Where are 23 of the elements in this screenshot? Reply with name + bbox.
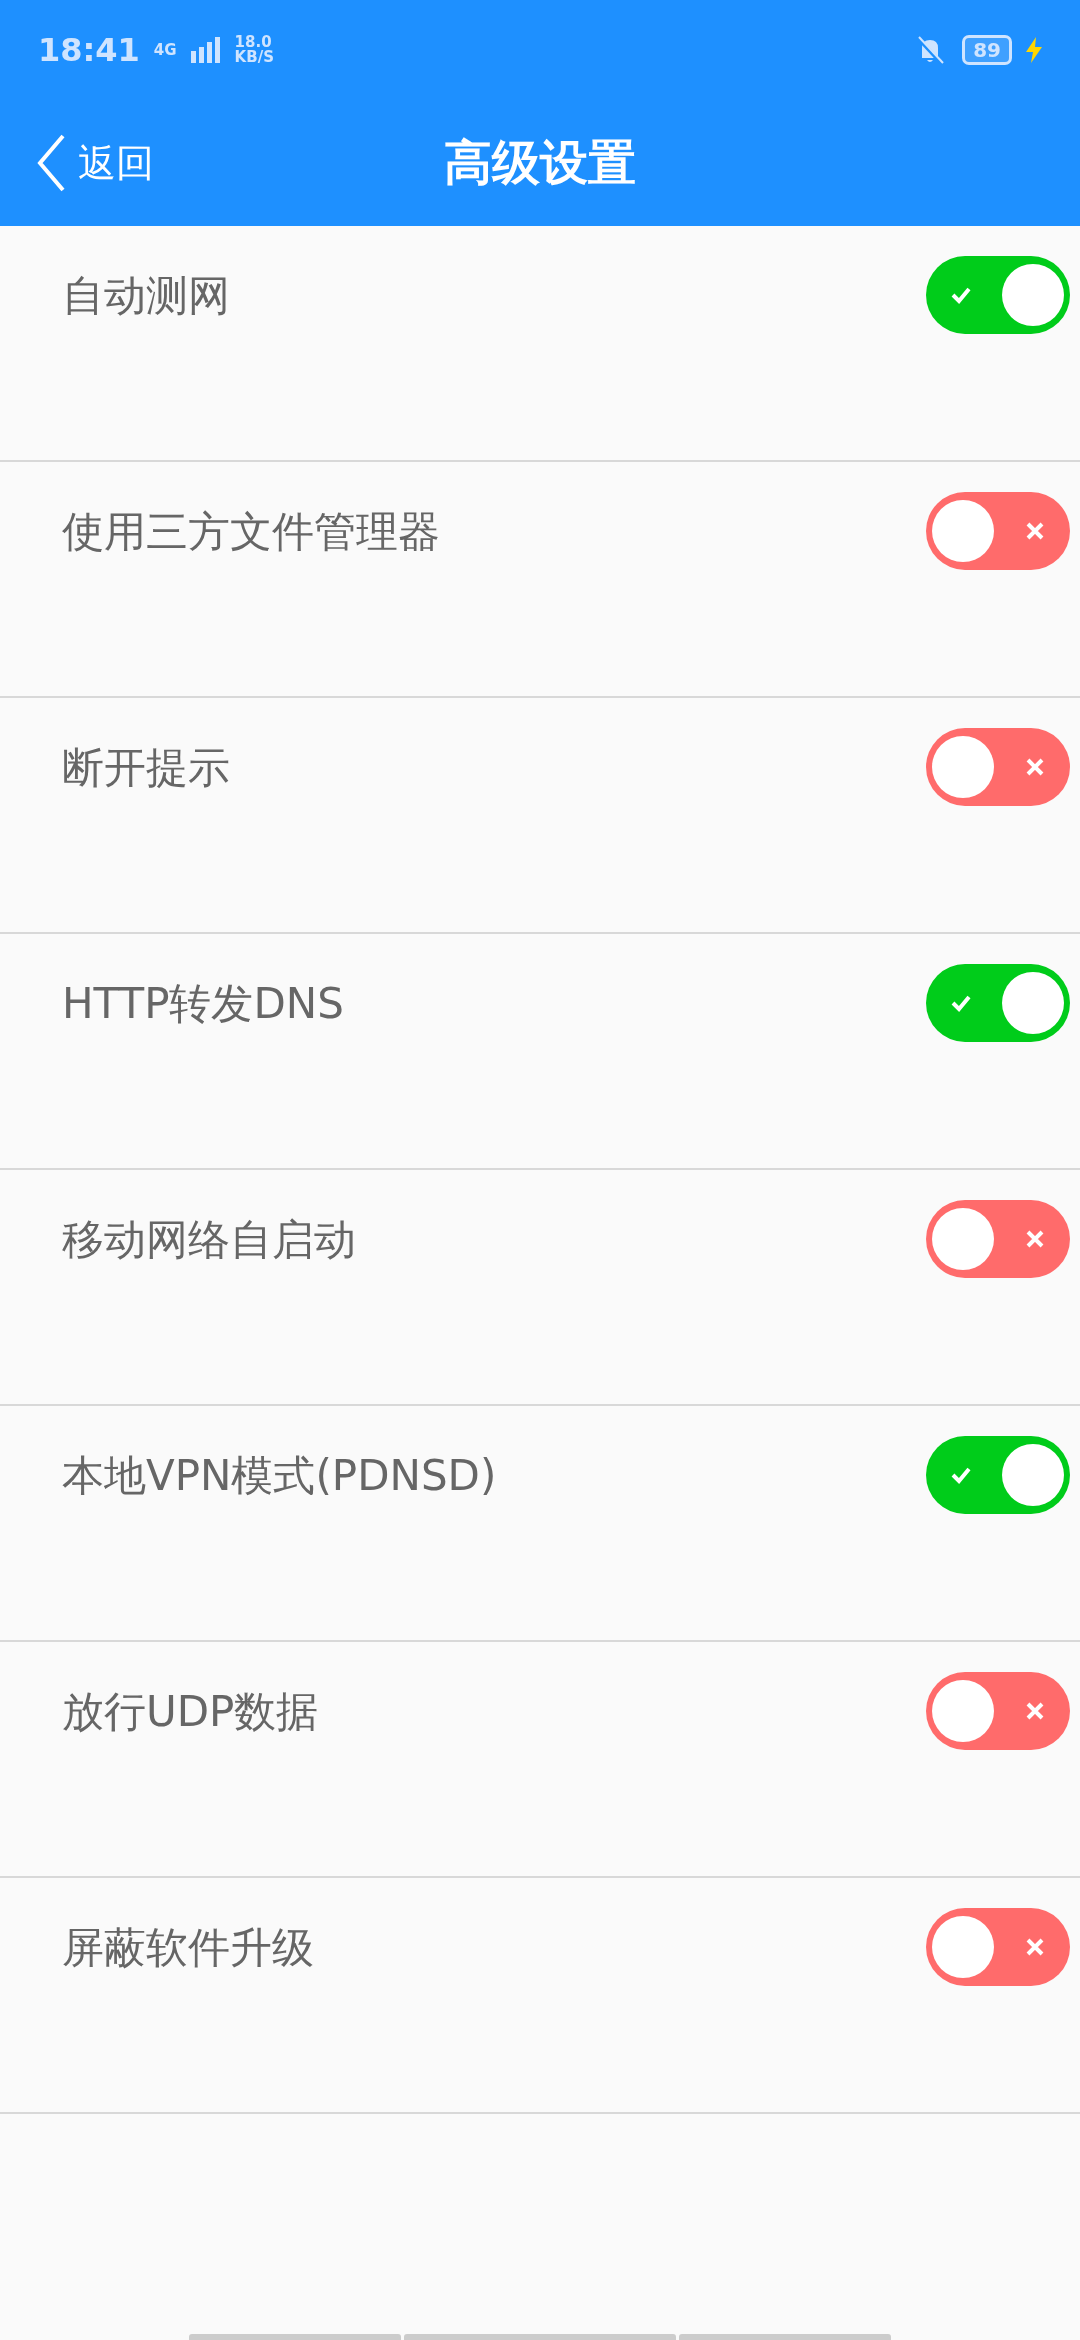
charging-icon bbox=[1026, 37, 1042, 63]
cross-icon bbox=[1024, 1228, 1046, 1250]
cross-icon bbox=[1024, 1700, 1046, 1722]
back-chevron-icon bbox=[36, 134, 66, 192]
speed-unit: KB/S bbox=[234, 50, 274, 65]
setting-label: HTTP转发DNS bbox=[62, 978, 344, 1030]
setting-label: 放行UDP数据 bbox=[62, 1686, 319, 1738]
network-speed: 18.0 bbox=[234, 35, 272, 50]
cross-icon bbox=[1024, 520, 1046, 542]
network-type: 4G bbox=[153, 42, 177, 58]
page-title: 高级设置 bbox=[444, 133, 636, 192]
cross-icon bbox=[1024, 1936, 1046, 1958]
setting-label: 移动网络自启动 bbox=[62, 1214, 356, 1266]
setting-label: 屏蔽软件升级 bbox=[62, 1922, 314, 1974]
setting-label: 自动测网 bbox=[62, 270, 230, 322]
setting-label: 断开提示 bbox=[62, 742, 230, 794]
battery-level: 89 bbox=[962, 35, 1012, 65]
setting-label: 使用三方文件管理器 bbox=[62, 506, 440, 558]
cross-icon bbox=[1024, 756, 1046, 778]
status-time: 18:41 bbox=[38, 31, 140, 69]
setting-label: 本地VPN模式(PDNSD) bbox=[62, 1450, 497, 1502]
signal-icon bbox=[190, 37, 221, 63]
back-button[interactable]: 返回 bbox=[36, 100, 154, 226]
